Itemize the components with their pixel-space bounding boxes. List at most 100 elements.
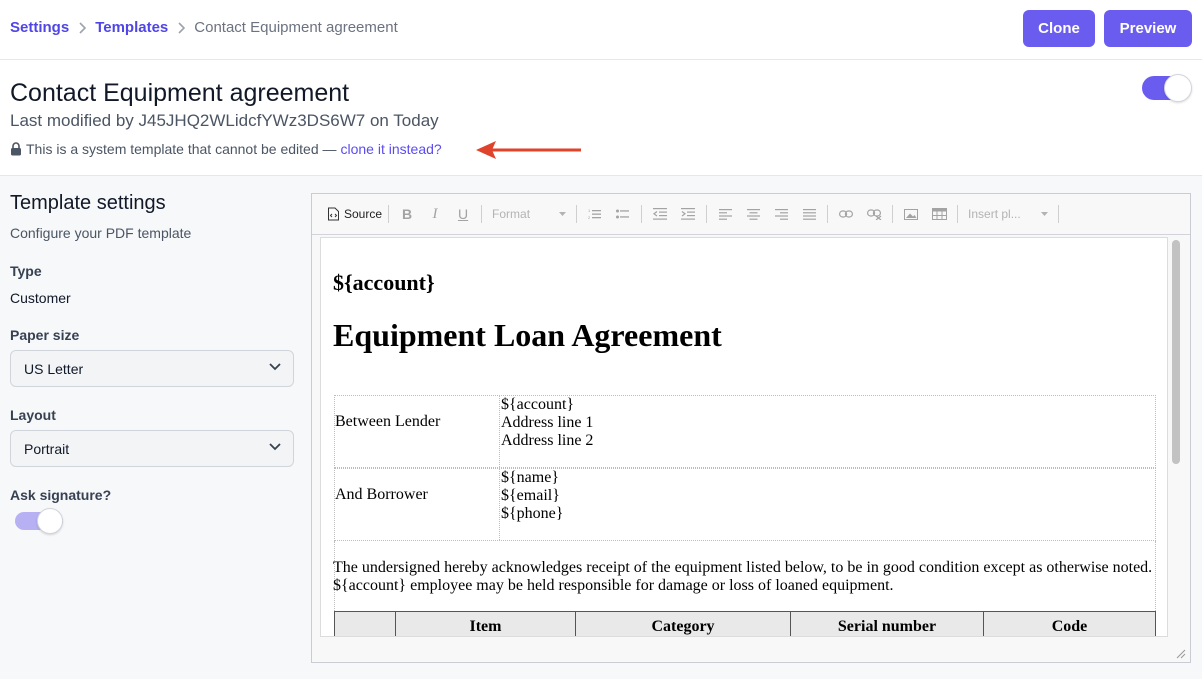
ask-signature-label: Ask signature? [10, 487, 112, 503]
svg-text:1: 1 [588, 208, 591, 213]
layout-label: Layout [10, 407, 56, 423]
equipment-table: Item Category Serial number Code [334, 611, 1156, 636]
toolbar-divider [1058, 205, 1060, 223]
table-header-cell: Code [983, 611, 1156, 636]
table-header-cell: Item [395, 611, 576, 636]
source-label: Source [344, 207, 383, 221]
clone-button[interactable]: Clone [1023, 10, 1095, 47]
lender-details: ${account} Address line 1 Address line 2 [499, 396, 593, 467]
chevron-down-icon [269, 443, 281, 451]
toggle-knob [37, 508, 63, 534]
lender-line: Address line 2 [501, 432, 594, 449]
italic-icon[interactable]: I [421, 203, 449, 225]
toolbar-divider [576, 205, 578, 223]
editor-toolbar: Source B I U Format 12 Insert pl... [312, 194, 1190, 235]
underline-icon[interactable]: U [449, 203, 477, 225]
outdent-icon[interactable] [646, 203, 674, 225]
acknowledgement-text: The undersigned hereby acknowledges rece… [333, 559, 1163, 595]
align-left-icon[interactable] [711, 203, 739, 225]
link-icon[interactable] [832, 203, 860, 225]
align-right-icon[interactable] [767, 203, 795, 225]
toolbar-divider [706, 205, 708, 223]
scrollbar-thumb[interactable] [1172, 240, 1180, 464]
image-icon[interactable] [897, 203, 925, 225]
resize-handle-icon[interactable] [1176, 649, 1186, 659]
table-header-row: Item Category Serial number Code [334, 611, 1156, 636]
template-settings-panel: Template settings Configure your PDF tem… [0, 176, 303, 679]
type-value: Customer [10, 290, 71, 306]
page-title: Contact Equipment agreement [10, 79, 350, 107]
lender-line: Address line 1 [501, 414, 594, 431]
breadcrumb-settings[interactable]: Settings [10, 19, 69, 36]
toolbar-divider [892, 205, 894, 223]
top-bar: Settings Templates Contact Equipment agr… [0, 0, 1202, 60]
justify-icon[interactable] [795, 203, 823, 225]
format-dropdown[interactable]: Format [486, 203, 572, 225]
type-label: Type [10, 263, 42, 279]
format-label: Format [492, 207, 531, 221]
indent-icon[interactable] [674, 203, 702, 225]
paper-size-select[interactable]: US Letter [10, 350, 294, 387]
breadcrumb-current: Contact Equipment agreement [194, 19, 398, 36]
toolbar-divider [641, 205, 643, 223]
system-template-notice: This is a system template that cannot be… [10, 141, 442, 157]
layout-select[interactable]: Portrait [10, 430, 294, 467]
unlink-icon[interactable] [860, 203, 888, 225]
preview-button[interactable]: Preview [1104, 10, 1192, 47]
borrower-line: ${name} [501, 469, 560, 486]
chevron-down-icon [559, 212, 567, 216]
template-enabled-toggle[interactable] [1142, 74, 1192, 102]
notice-question-mark: ? [433, 141, 442, 157]
numbered-list-icon[interactable]: 12 [581, 203, 609, 225]
bulleted-list-icon[interactable] [609, 203, 637, 225]
borrower-details: ${name} ${email} ${phone} [499, 469, 563, 540]
paper-size-label: Paper size [10, 327, 80, 343]
svg-text:2: 2 [588, 215, 591, 220]
acknowledgement-line: ${account} employee may be held responsi… [333, 577, 894, 594]
align-center-icon[interactable] [739, 203, 767, 225]
table-header-cell [334, 611, 396, 636]
table-icon[interactable] [925, 203, 953, 225]
bold-icon[interactable]: B [393, 203, 421, 225]
lock-icon [10, 142, 22, 156]
source-icon [328, 207, 339, 221]
document-account-heading: ${account} [333, 270, 435, 295]
toolbar-divider [827, 205, 829, 223]
table-header-cell: Category [575, 611, 791, 636]
document-title: Equipment Loan Agreement [333, 317, 722, 353]
paper-size-value: US Letter [24, 360, 84, 377]
source-button[interactable]: Source [325, 203, 384, 225]
layout-value: Portrait [24, 440, 70, 457]
toolbar-divider [957, 205, 959, 223]
clone-it-instead-link[interactable]: clone it instead [341, 141, 434, 157]
borrower-row: And Borrower ${name} ${email} ${phone} [334, 468, 1156, 541]
borrower-line: ${phone} [501, 505, 564, 522]
lender-line: ${account} [501, 396, 575, 413]
chevron-right-icon [78, 21, 87, 34]
chevron-right-icon [177, 21, 186, 34]
panel-subtitle: Configure your PDF template [10, 225, 192, 241]
toolbar-divider [388, 205, 390, 223]
panel-title: Template settings [10, 192, 166, 214]
rich-text-editor: Source B I U Format 12 Insert pl... ${ac… [311, 193, 1191, 663]
toggle-knob [1164, 74, 1192, 102]
breadcrumb-templates[interactable]: Templates [95, 19, 168, 36]
lender-row: Between Lender ${account} Address line 1… [334, 395, 1156, 468]
breadcrumb: Settings Templates Contact Equipment agr… [10, 19, 398, 36]
document-canvas[interactable]: ${account} Equipment Loan Agreement Betw… [320, 237, 1168, 637]
notice-text: This is a system template that cannot be… [26, 141, 337, 157]
last-modified: Last modified by J45JHQ2WLidcfYWz3DS6W7 … [10, 111, 439, 130]
insert-placeholder-dropdown[interactable]: Insert pl... [962, 203, 1054, 225]
arrow-left-icon [476, 141, 581, 159]
table-header-cell: Serial number [790, 611, 984, 636]
insert-placeholder-label: Insert pl... [968, 207, 1021, 221]
chevron-down-icon [1041, 212, 1049, 216]
ask-signature-toggle[interactable] [15, 508, 63, 534]
chevron-down-icon [269, 363, 281, 371]
toolbar-divider [481, 205, 483, 223]
borrower-line: ${email} [501, 487, 560, 504]
acknowledgement-line: The undersigned hereby acknowledges rece… [333, 559, 1153, 576]
borrower-label: And Borrower [335, 486, 428, 503]
document-scrollbar[interactable] [1170, 238, 1182, 636]
template-header: Contact Equipment agreement Last modifie… [0, 60, 1202, 176]
